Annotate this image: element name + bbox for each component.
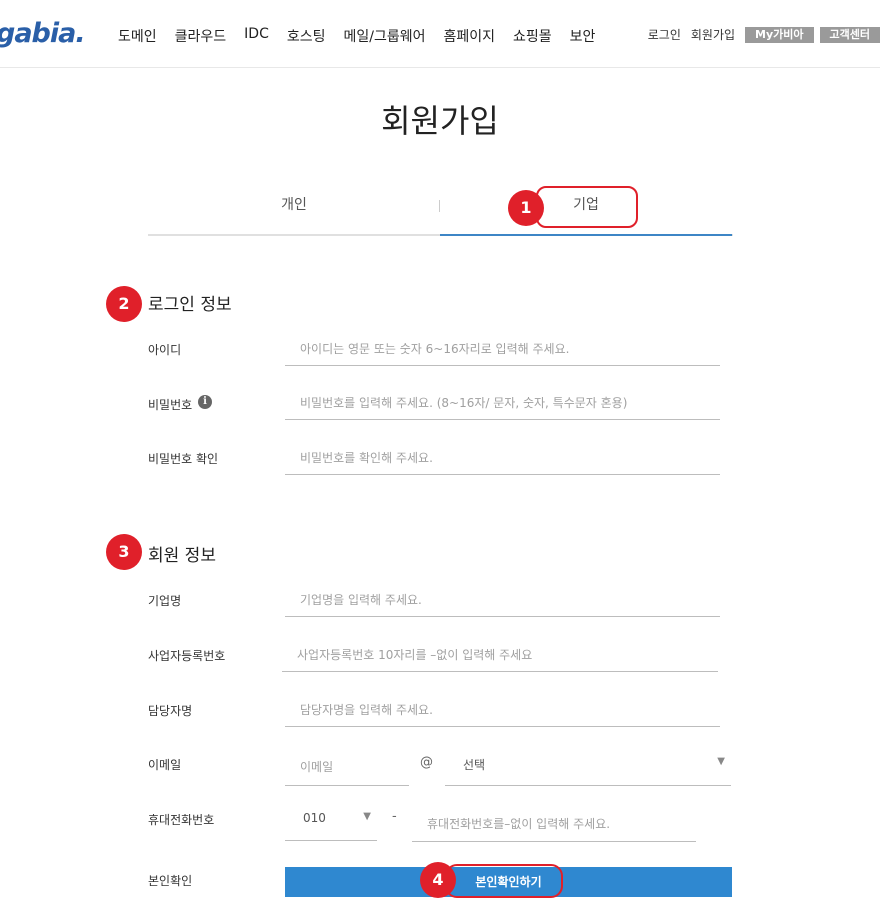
phone-label: 휴대전화번호	[148, 813, 215, 827]
id-input[interactable]	[285, 332, 720, 366]
login-section-title: 로그인 정보	[148, 295, 232, 315]
password-confirm-label: 비밀번호 확인	[148, 452, 219, 466]
main-nav: 도메인 클라우드 IDC 호스팅 메일/그룹웨어 홈페이지 쇼핑몰 보안	[118, 26, 613, 46]
member-section-title: 회원 정보	[148, 546, 216, 566]
highlight-box-tab	[536, 186, 638, 228]
password-input[interactable]	[285, 386, 720, 420]
highlight-box-verify	[445, 864, 563, 898]
nav-item-homepage[interactable]: 홈페이지	[444, 26, 496, 46]
phone-prefix-select[interactable]: 010 ▼	[285, 797, 377, 841]
step-marker-3: 3	[106, 534, 142, 570]
password-confirm-input[interactable]	[285, 441, 720, 475]
info-icon[interactable]: i	[198, 395, 212, 409]
step-marker-2: 2	[106, 286, 142, 322]
nav-item-idc[interactable]: IDC	[244, 26, 269, 46]
email-label: 이메일	[148, 758, 182, 772]
business-number-input[interactable]	[282, 638, 718, 672]
email-id-input[interactable]	[285, 748, 409, 786]
gabia-logo[interactable]: gabia.	[0, 18, 86, 49]
email-at-sign: @	[420, 755, 433, 770]
phone-dash: -	[392, 809, 397, 824]
company-name-input[interactable]	[285, 583, 720, 617]
site-header: gabia. 도메인 클라우드 IDC 호스팅 메일/그룹웨어 홈페이지 쇼핑몰…	[0, 0, 880, 68]
business-number-label: 사업자등록번호	[148, 649, 226, 663]
manager-label: 담당자명	[148, 704, 193, 718]
page-title: 회원가입	[381, 102, 499, 140]
customer-center-button[interactable]: 고객센터	[819, 26, 880, 43]
nav-item-cloud[interactable]: 클라우드	[175, 26, 227, 46]
step-marker-4: 4	[420, 862, 456, 898]
member-type-tabs: 개인 기업	[148, 186, 733, 236]
nav-item-security[interactable]: 보안	[570, 26, 596, 46]
nav-item-domain[interactable]: 도메인	[118, 26, 157, 46]
utility-menu: 로그인 회원가입 My가비아 고객센터	[648, 26, 880, 43]
chevron-down-icon: ▼	[717, 756, 725, 767]
manager-name-input[interactable]	[285, 693, 720, 727]
nav-item-hosting[interactable]: 호스팅	[287, 26, 326, 46]
id-label: 아이디	[148, 343, 182, 357]
tab-personal[interactable]: 개인	[148, 186, 440, 234]
company-label: 기업명	[148, 594, 182, 608]
step-marker-1: 1	[508, 190, 544, 226]
login-link[interactable]: 로그인	[648, 26, 681, 43]
phone-prefix-value: 010	[303, 811, 326, 825]
email-domain-select[interactable]: 선택 ▼	[445, 742, 731, 786]
nav-item-shoppingmall[interactable]: 쇼핑몰	[513, 26, 552, 46]
phone-number-input[interactable]	[412, 807, 696, 842]
email-domain-value: 선택	[463, 758, 486, 772]
nav-item-mail-groupware[interactable]: 메일/그룹웨어	[344, 26, 426, 46]
my-gabia-button[interactable]: My가비아	[745, 26, 814, 43]
verify-label: 본인확인	[148, 874, 193, 888]
signup-link[interactable]: 회원가입	[691, 26, 735, 43]
chevron-down-icon: ▼	[363, 811, 371, 822]
password-label: 비밀번호	[148, 398, 193, 412]
